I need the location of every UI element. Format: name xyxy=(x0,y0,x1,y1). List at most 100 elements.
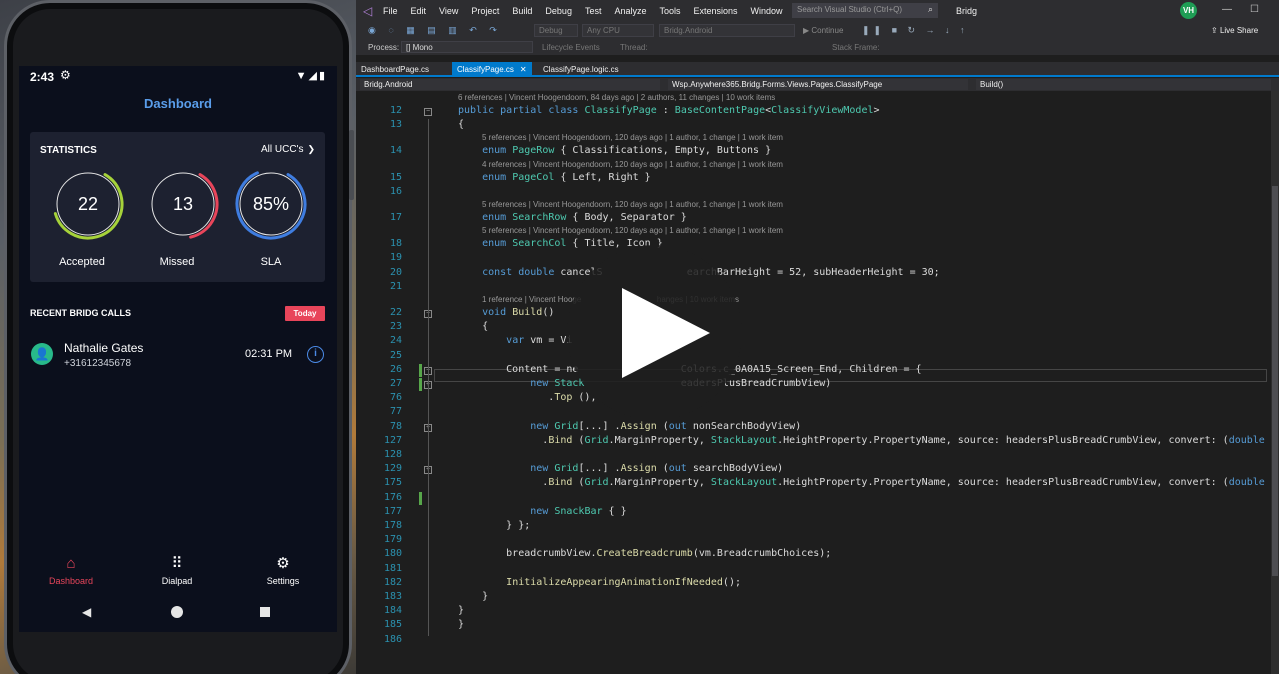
code-text: breadcrumbView.CreateBreadcrumb(vm.Bread… xyxy=(458,548,832,560)
gear-icon: ⚙ xyxy=(276,555,290,572)
navigation-bar: Bridg.Android Wsp.Anywhere365.Bridg.Form… xyxy=(356,78,1279,91)
line-number: 76 xyxy=(389,392,402,404)
line-number: 180 xyxy=(383,548,402,560)
process-select[interactable]: [] Mono xyxy=(401,41,533,53)
nav-dashboard-label: Dashboard xyxy=(48,576,94,586)
line-number: 178 xyxy=(383,520,402,531)
line-number: 25 xyxy=(389,349,402,361)
line-number: 184 xyxy=(383,605,402,617)
maximize-icon[interactable]: ☐ xyxy=(1250,4,1259,15)
thread-label: Thread: xyxy=(620,43,648,52)
caller-name: Nathalie Gates xyxy=(64,341,144,355)
gauge-label: Missed xyxy=(159,256,195,268)
code-text: { xyxy=(458,119,465,131)
line-number: 22 xyxy=(389,307,402,318)
line-number: 16 xyxy=(389,185,402,197)
lifecycle-events[interactable]: Lifecycle Events xyxy=(542,43,600,52)
visual-studio-logo-icon: ◁ xyxy=(363,4,373,18)
page-title: Dashboard xyxy=(144,96,212,111)
codelens-text: 4 references | Vincent Hoogendoorn, 120 … xyxy=(482,159,783,169)
code-text: new Grid[...] .Assign (out nonSearchBody… xyxy=(530,420,802,432)
android-system-nav: ◀ xyxy=(19,604,337,624)
line-number: 26 xyxy=(389,363,402,375)
line-number: 23 xyxy=(389,321,402,333)
tab-dashboardpage-cs[interactable]: DashboardPage.cs xyxy=(356,62,434,77)
info-icon[interactable]: i xyxy=(307,346,324,363)
back-icon[interactable]: ◀ xyxy=(82,605,91,619)
tab-classifypage-logic-cs[interactable]: ClassifyPage.logic.cs xyxy=(538,62,624,77)
code-text: .Top (), xyxy=(458,392,597,404)
toolbar-icons[interactable]: ◉ ◌ ▦ ▤ ▥ ↶ ↷ xyxy=(368,25,502,36)
gauge-missed: 13 xyxy=(143,164,223,244)
menu-edit[interactable]: Edit xyxy=(411,6,427,16)
nav-type-select[interactable]: Wsp.Anywhere365.Bridg.Forms.Views.Pages.… xyxy=(668,79,968,90)
gauge-value: 13 xyxy=(172,194,194,214)
code-text: new Grid[...] .Assign (out searchBodyVie… xyxy=(530,463,784,475)
continue-button[interactable]: ▶ Continue xyxy=(803,26,843,35)
menu-view[interactable]: View xyxy=(439,6,458,16)
scrollbar-thumb[interactable] xyxy=(1272,186,1278,576)
configuration-select[interactable]: Debug xyxy=(534,24,578,37)
code-text: .Bind (Grid.MarginProperty, StackLayout.… xyxy=(458,477,1271,489)
gear-icon: ⚙ xyxy=(60,68,71,82)
live-share-button[interactable]: ⇪ Live Share xyxy=(1211,26,1258,35)
menu-build[interactable]: Build xyxy=(512,6,532,16)
tab-classifypage-cs[interactable]: ClassifyPage.cs ✕ xyxy=(452,62,532,77)
line-number: 15 xyxy=(389,171,402,183)
tab-label: ClassifyPage.cs xyxy=(457,65,514,74)
menu-project[interactable]: Project xyxy=(471,6,499,16)
code-text: } }; xyxy=(458,520,531,531)
menu-test[interactable]: Test xyxy=(585,6,602,16)
line-number: 185 xyxy=(383,619,402,631)
search-input[interactable]: Search Visual Studio (Ctrl+Q) ⌕ xyxy=(792,3,938,18)
menu-tools[interactable]: Tools xyxy=(660,6,681,16)
line-number: 127 xyxy=(383,434,402,446)
tab-label: DashboardPage.cs xyxy=(361,65,430,74)
nav-settings-label: Settings xyxy=(266,576,300,586)
recents-icon[interactable] xyxy=(260,607,270,617)
line-number: 182 xyxy=(383,576,402,588)
status-time: 2:43 xyxy=(30,70,55,84)
statistics-card: STATISTICS All UCC's ❯ 22 Accepted 13 Missed… xyxy=(30,132,325,282)
line-number: 128 xyxy=(383,449,402,460)
editor-scrollbar[interactable] xyxy=(1271,91,1279,674)
code-text: .Bind (Grid.MarginProperty, StackLayout.… xyxy=(458,434,1271,446)
menu-debug[interactable]: Debug xyxy=(545,6,572,16)
menu-analyze[interactable]: Analyze xyxy=(614,6,646,16)
collapse-toggle-icon[interactable]: − xyxy=(424,108,432,116)
debug-controls-icons[interactable]: ❚❚ ■ ↻ → ↓ ↑ xyxy=(862,25,969,36)
code-editor[interactable]: 6 references | Vincent Hoogendoorn, 84 d… xyxy=(372,91,1271,674)
gauge-accepted: 22 xyxy=(48,164,128,244)
menu-file[interactable]: File xyxy=(383,6,398,16)
call-list-item[interactable]: 👤 Nathalie Gates +31612345678 02:31 PM i xyxy=(19,336,337,376)
ucc-filter-dropdown[interactable]: All UCC's ❯ xyxy=(261,144,315,155)
line-number: 19 xyxy=(389,252,402,264)
home-icon: ⌂ xyxy=(66,555,76,572)
line-number: 183 xyxy=(383,591,402,602)
line-number: 17 xyxy=(389,212,402,223)
line-number: 129 xyxy=(383,463,402,475)
recent-calls-title: RECENT BRIDG CALLS xyxy=(30,308,131,318)
today-badge[interactable]: Today xyxy=(285,306,325,321)
nav-dashboard[interactable]: ⌂ Dashboard xyxy=(31,554,111,586)
caller-number: +31612345678 xyxy=(64,358,132,369)
home-circle-icon[interactable] xyxy=(171,606,183,618)
platform-select[interactable]: Any CPU xyxy=(582,24,654,37)
nav-settings[interactable]: ⚙ Settings xyxy=(243,554,323,586)
line-number: 78 xyxy=(389,420,402,432)
nav-dialpad[interactable]: ⠿ Dialpad xyxy=(137,554,217,586)
nav-project-select[interactable]: Bridg.Android xyxy=(360,79,660,90)
nav-member-select[interactable]: Build() xyxy=(976,79,1271,90)
vs-menubar: ◁ File Edit View Project Build Debug Test Analy… xyxy=(356,0,1279,22)
minimize-icon[interactable]: — xyxy=(1222,4,1232,15)
signal-battery-icons: ▼◢▮ xyxy=(295,70,327,82)
line-number: 13 xyxy=(389,119,402,131)
code-text: void Build() xyxy=(482,307,555,318)
menu-extensions[interactable]: Extensions xyxy=(694,6,738,16)
user-avatar[interactable]: VH xyxy=(1180,2,1197,19)
menu-window[interactable]: Window xyxy=(751,6,783,16)
close-icon[interactable]: ✕ xyxy=(520,65,527,74)
line-number: 18 xyxy=(389,238,402,250)
startup-project-select[interactable]: Bridg.Android xyxy=(659,24,795,37)
vs-toolbar: ◉ ◌ ▦ ▤ ▥ ↶ ↷ Debug Any CPU Bridg.Androi… xyxy=(356,22,1279,39)
